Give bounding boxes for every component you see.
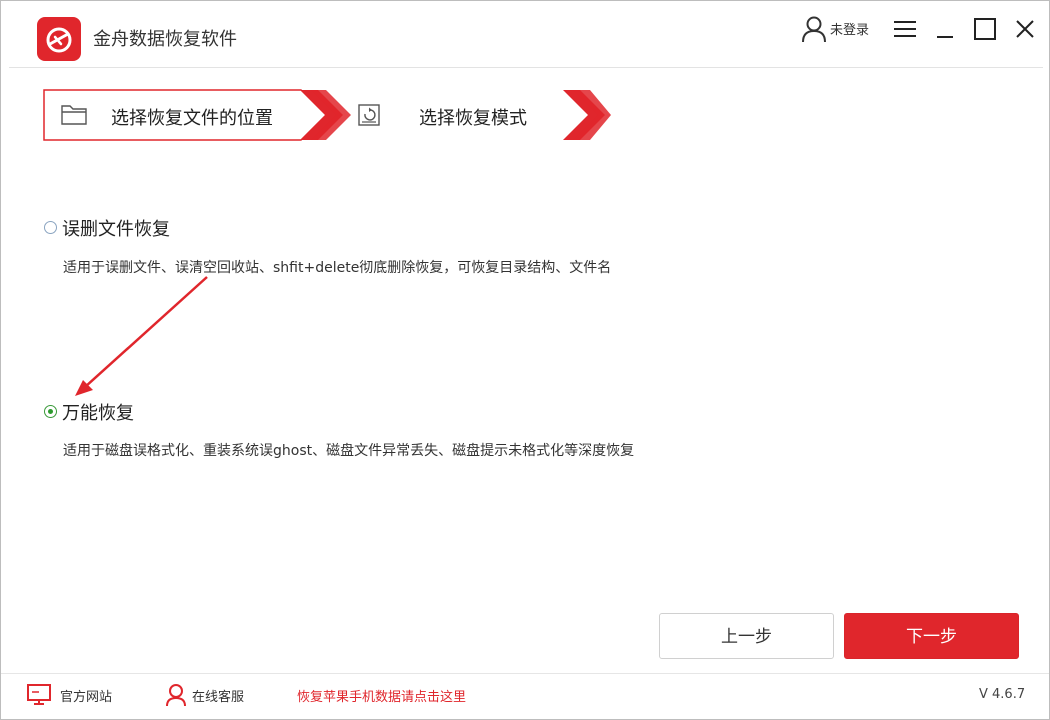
main-window: 金舟数据恢复软件 未登录 选择恢复文件的位置 选择恢复模式 误删文件恢复 适用于… (0, 0, 1050, 720)
radio-deleted-recovery[interactable] (44, 221, 57, 234)
footer-bar: 官方网站 在线客服 恢复苹果手机数据请点击这里 V 4.6.7 (1, 673, 1049, 719)
maximize-icon[interactable] (971, 15, 999, 43)
minimize-icon[interactable] (931, 15, 959, 43)
option-desc-universal-recovery: 适用于磁盘误格式化、重装系统误ghost、磁盘文件异常丢失、磁盘提示未格式化等深… (63, 443, 635, 459)
apple-recovery-link[interactable]: 恢复苹果手机数据请点击这里 (297, 686, 466, 705)
menu-icon[interactable] (891, 15, 919, 43)
option-title-deleted-recovery[interactable]: 误删文件恢复 (62, 215, 170, 241)
option-desc-deleted-recovery: 适用于误删文件、误清空回收站、shfit+delete彻底删除恢复，可恢复目录结… (63, 260, 612, 276)
restore-disk-icon (358, 104, 380, 126)
folder-icon (61, 105, 87, 125)
user-icon[interactable] (801, 15, 827, 43)
app-title: 金舟数据恢复软件 (93, 29, 237, 50)
login-status[interactable]: 未登录 (830, 19, 869, 38)
online-support-link[interactable]: 在线客服 (192, 686, 244, 705)
title-divider (9, 67, 1043, 68)
step-1-label: 选择恢复文件的位置 (111, 108, 273, 129)
title-bar: 金舟数据恢复软件 未登录 (1, 1, 1049, 67)
next-step-button[interactable]: 下一步 (844, 613, 1019, 659)
close-icon[interactable] (1011, 15, 1039, 43)
monitor-icon[interactable] (27, 684, 51, 706)
prev-step-button[interactable]: 上一步 (659, 613, 834, 659)
app-logo-icon (37, 17, 81, 61)
step-2-label: 选择恢复模式 (419, 108, 527, 129)
radio-universal-recovery[interactable] (44, 405, 57, 418)
version-label: V 4.6.7 (979, 687, 1026, 702)
step-breadcrumb: 选择恢复文件的位置 选择恢复模式 (43, 89, 613, 141)
official-website-link[interactable]: 官方网站 (60, 686, 112, 705)
support-agent-icon[interactable] (165, 683, 187, 707)
option-title-universal-recovery[interactable]: 万能恢复 (62, 399, 134, 425)
